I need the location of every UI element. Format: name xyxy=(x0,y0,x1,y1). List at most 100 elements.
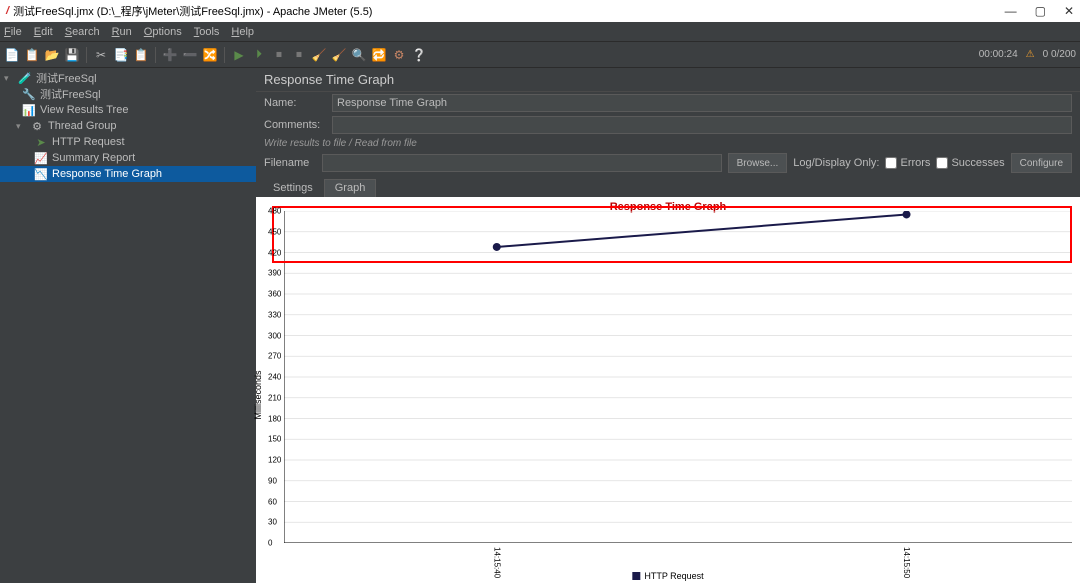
legend-swatch xyxy=(632,572,640,580)
paste-icon[interactable]: 📋 xyxy=(133,47,149,63)
close-button[interactable]: ✕ xyxy=(1064,4,1074,18)
logdisplay-label: Log/Display Only: xyxy=(793,157,879,169)
shutdown-icon[interactable]: ⏹ xyxy=(291,47,307,63)
menubar: File Edit Search Run Options Tools Help xyxy=(0,22,1080,42)
tree-label: Response Time Graph xyxy=(52,168,162,180)
menu-help[interactable]: Help xyxy=(231,26,254,38)
warning-icon[interactable]: ⚠ xyxy=(1026,49,1035,60)
wrench-icon: 🔧 xyxy=(22,88,36,101)
tree-label: HTTP Request xyxy=(52,136,125,148)
tree-label: Thread Group xyxy=(48,120,116,132)
y-tick: 390 xyxy=(268,269,281,278)
comments-input[interactable] xyxy=(332,116,1072,134)
menu-search[interactable]: Search xyxy=(65,26,100,38)
filename-label: Filename xyxy=(264,157,316,169)
minimize-button[interactable]: — xyxy=(1005,4,1017,18)
y-tick: 90 xyxy=(268,476,277,485)
start-notimers-icon[interactable]: ⏵ xyxy=(251,47,267,63)
y-tick: 360 xyxy=(268,290,281,299)
stop-icon[interactable]: ⏹ xyxy=(271,47,287,63)
menu-options[interactable]: Options xyxy=(144,26,182,38)
new-icon[interactable]: 📄 xyxy=(4,47,20,63)
name-label: Name: xyxy=(264,97,324,109)
graph-icon: 📉 xyxy=(34,168,48,181)
y-tick: 210 xyxy=(268,393,281,402)
tab-graph[interactable]: Graph xyxy=(324,179,377,197)
x-tick: 14:15:50 xyxy=(902,547,911,578)
y-tick: 480 xyxy=(268,207,281,216)
x-tick: 14:15:40 xyxy=(492,547,501,578)
chart-plot xyxy=(284,211,1072,543)
clearall-icon[interactable]: 🧹 xyxy=(331,47,347,63)
testplan-icon: 🧪 xyxy=(18,72,32,85)
sampler-icon: ➤ xyxy=(34,136,48,149)
gear-icon: ⚙ xyxy=(30,120,44,133)
tree-item-selected[interactable]: 📉 Response Time Graph xyxy=(0,166,256,182)
cut-icon[interactable]: ✂ xyxy=(93,47,109,63)
expand-icon[interactable]: ➕ xyxy=(162,47,178,63)
successes-checkbox[interactable]: Successes xyxy=(936,157,1004,169)
chart-area: Response Time Graph Milliseconds HTTP Re… xyxy=(256,197,1080,583)
y-tick: 240 xyxy=(268,373,281,382)
y-tick: 0 xyxy=(268,539,272,548)
y-tick: 30 xyxy=(268,518,277,527)
y-tick: 270 xyxy=(268,352,281,361)
app-icon: / xyxy=(6,5,9,17)
y-tick: 300 xyxy=(268,331,281,340)
y-tick: 450 xyxy=(268,227,281,236)
toggle-icon[interactable]: 🔀 xyxy=(202,47,218,63)
y-tick: 150 xyxy=(268,435,281,444)
copy-icon[interactable]: 📑 xyxy=(113,47,129,63)
file-section-label: Write results to file / Read from file xyxy=(256,136,1080,151)
status-time: 00:00:24 xyxy=(979,49,1018,60)
toggle-icon[interactable]: ▾ xyxy=(4,73,14,84)
y-tick: 180 xyxy=(268,414,281,423)
status-counter: 0 0/200 xyxy=(1043,49,1076,60)
legend-label: HTTP Request xyxy=(644,571,703,581)
save-icon[interactable]: 💾 xyxy=(64,47,80,63)
browse-button[interactable]: Browse... xyxy=(728,153,788,173)
collapse-icon[interactable]: ➖ xyxy=(182,47,198,63)
results-icon: 📊 xyxy=(22,104,36,117)
y-tick: 330 xyxy=(268,310,281,319)
tree-item[interactable]: 🔧 测试FreeSql xyxy=(0,86,256,102)
open-icon[interactable]: 📂 xyxy=(44,47,60,63)
menu-run[interactable]: Run xyxy=(112,26,132,38)
tree-label: Summary Report xyxy=(52,152,135,164)
y-tick: 60 xyxy=(268,497,277,506)
reset-search-icon[interactable]: 🔁 xyxy=(371,47,387,63)
menu-file[interactable]: File xyxy=(4,26,22,38)
panel-title: Response Time Graph xyxy=(256,68,1080,92)
function-icon[interactable]: ⚙ xyxy=(391,47,407,63)
name-input[interactable] xyxy=(332,94,1072,112)
start-icon[interactable]: ▶ xyxy=(231,47,247,63)
errors-checkbox[interactable]: Errors xyxy=(885,157,930,169)
comments-label: Comments: xyxy=(264,119,324,131)
y-tick: 420 xyxy=(268,248,281,257)
filename-input[interactable] xyxy=(322,154,722,172)
tree-item[interactable]: 📈 Summary Report xyxy=(0,150,256,166)
tab-settings[interactable]: Settings xyxy=(262,179,324,197)
window-titlebar: / 测试FreeSql.jmx (D:\_程序\jMeter\测试FreeSql… xyxy=(0,0,1080,22)
y-axis-label: Milliseconds xyxy=(253,370,263,419)
tree-label: View Results Tree xyxy=(40,104,128,116)
report-icon: 📈 xyxy=(34,152,48,165)
test-plan-tree[interactable]: ▾ 🧪 测试FreeSql 🔧 测试FreeSql 📊 View Results… xyxy=(0,68,256,583)
menu-tools[interactable]: Tools xyxy=(194,26,220,38)
templates-icon[interactable]: 📋 xyxy=(24,47,40,63)
tree-thread-group[interactable]: ▾ ⚙ Thread Group xyxy=(0,118,256,134)
toolbar: 📄 📋 📂 💾 ✂ 📑 📋 ➕ ➖ 🔀 ▶ ⏵ ⏹ ⏹ 🧹 🧹 🔍 🔁 ⚙ ❔ … xyxy=(0,42,1080,68)
configure-button[interactable]: Configure xyxy=(1011,153,1072,173)
tree-label: 测试FreeSql xyxy=(36,70,97,86)
help-icon[interactable]: ❔ xyxy=(411,47,427,63)
tree-label: 测试FreeSql xyxy=(40,86,101,102)
tree-root[interactable]: ▾ 🧪 测试FreeSql xyxy=(0,70,256,86)
clear-icon[interactable]: 🧹 xyxy=(311,47,327,63)
search-icon[interactable]: 🔍 xyxy=(351,47,367,63)
tab-bar: Settings Graph xyxy=(256,179,1080,197)
toggle-icon[interactable]: ▾ xyxy=(16,121,26,132)
tree-item[interactable]: ➤ HTTP Request xyxy=(0,134,256,150)
maximize-button[interactable]: ▢ xyxy=(1035,4,1046,18)
menu-edit[interactable]: Edit xyxy=(34,26,53,38)
tree-item[interactable]: 📊 View Results Tree xyxy=(0,102,256,118)
